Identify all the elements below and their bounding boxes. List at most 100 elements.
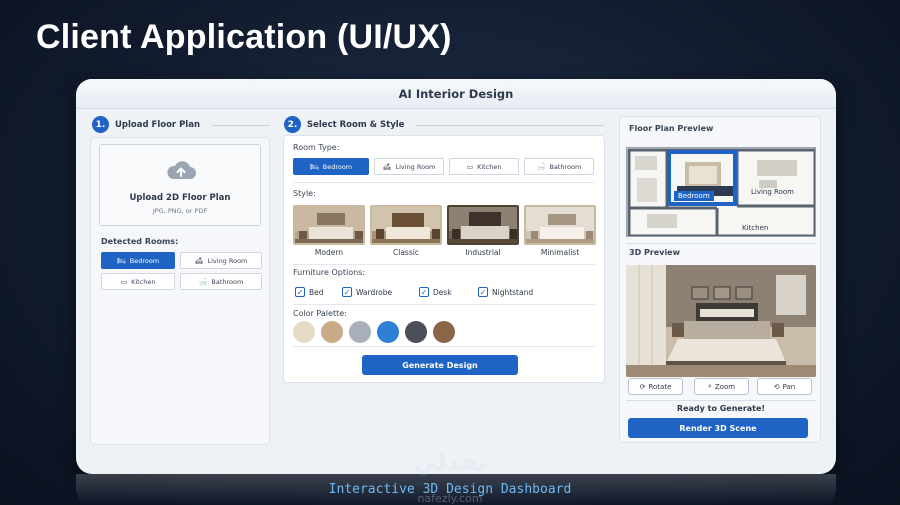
zoom-button[interactable]: ⌕ Zoom [694,378,749,395]
stove-icon: ▭ [120,277,128,286]
style-name: Modern [314,248,344,257]
chip-label: Bedroom [322,162,353,171]
step1-number: 1. [92,116,109,133]
chip-label: Bathroom [549,162,582,171]
rotate-icon: ⟳ [639,382,646,391]
chip-label: Kitchen [477,162,502,171]
control-label: Rotate [648,382,672,391]
furniture-wardrobe[interactable]: ✓ Wardrobe [342,287,392,297]
style-modern[interactable]: Modern [293,205,365,257]
fp-living-label: Living Room [749,188,796,196]
checkbox-icon: ✓ [419,287,429,297]
style-minimalist[interactable]: Minimalist [524,205,596,257]
style-minimalist-image [524,205,596,245]
preview-panel: Floor Plan Preview Bedroom Living Room K… [619,116,821,443]
3d-preview-image[interactable] [626,265,816,377]
divider [293,264,595,265]
style-classic[interactable]: Classic [370,205,442,257]
color-swatch[interactable] [433,321,455,343]
detected-room-kitchen[interactable]: ▭ Kitchen [101,273,175,290]
watermark-logo: نفذلي [413,448,487,476]
floor-plan-preview-title: Floor Plan Preview [629,124,714,133]
pan-button[interactable]: ⟲ Pan [757,378,812,395]
sofa-icon: 🛋 [382,162,392,171]
step1-header: 1. Upload Floor Plan [92,116,200,133]
detected-room-living[interactable]: 🛋 Living Room [180,252,262,269]
detected-room-bedroom[interactable]: 🛏 Bedroom [101,252,175,269]
checkbox-label: Nightstand [492,287,534,297]
window-title: AI Interior Design [76,79,836,109]
slide-title: Client Application (UI/UX) [36,18,452,56]
room-type-kitchen[interactable]: ▭ Kitchen [449,158,519,175]
color-swatch[interactable] [377,321,399,343]
chip-label: Living Room [207,256,248,265]
divider [293,182,595,183]
detected-rooms-label: Detected Rooms: [101,237,179,246]
control-label: Pan [782,382,796,391]
control-label: Zoom [714,382,736,391]
3d-preview-title: 3D Preview [629,248,680,257]
divider [293,346,595,347]
cloud-upload-icon [167,161,196,179]
furniture-label: Furniture Options: [293,268,366,277]
color-swatch[interactable] [293,321,315,343]
chip-label: Bathroom [211,277,244,286]
generate-design-button[interactable]: Generate Design [362,355,518,375]
room-type-bedroom[interactable]: 🛏 Bedroom [293,158,369,175]
upload-dropzone[interactable]: Upload 2D Floor Plan JPG, PNG, or PDF [99,144,261,226]
step2-divider [416,125,604,126]
room-type-label: Room Type: [293,143,340,152]
step1-divider [212,125,270,126]
bathtub-icon: 🛁 [198,277,208,286]
chip-label: Bedroom [129,256,160,265]
upload-panel: Upload 2D Floor Plan JPG, PNG, or PDF De… [90,137,270,445]
app-window: AI Interior Design 1. Upload Floor Plan … [76,79,836,474]
divider [626,243,816,244]
checkbox-label: Wardrobe [356,287,393,297]
checkbox-label: Desk [433,287,452,297]
style-classic-image [370,205,442,245]
divider [293,304,595,305]
upload-formats: JPG, PNG, or PDF [152,207,208,215]
color-swatch[interactable] [321,321,343,343]
room-type-bathroom[interactable]: 🛁 Bathroom [524,158,594,175]
furniture-nightstand[interactable]: ✓ Nightstand [478,287,533,297]
bed-icon: 🛏 [116,256,126,265]
color-swatch[interactable] [349,321,371,343]
furniture-desk[interactable]: ✓ Desk [419,287,452,297]
checkbox-label: Bed [309,287,324,297]
style-industrial[interactable]: Industrial [447,205,519,257]
chip-label: Kitchen [131,277,156,286]
floor-plan-image[interactable]: Bedroom Living Room Kitchen [626,147,816,237]
render-3d-button[interactable]: Render 3D Scene [628,418,808,438]
checkbox-icon: ✓ [342,287,352,297]
rotate-button[interactable]: ⟳ Rotate [628,378,683,395]
pan-icon: ⟲ [773,382,780,391]
room-type-living[interactable]: 🛋 Living Room [374,158,444,175]
palette-label: Color Palette: [293,309,347,318]
style-modern-image [293,205,365,245]
stove-icon: ▭ [466,162,474,171]
style-name: Industrial [465,248,501,257]
bed-icon: 🛏 [309,162,319,171]
select-panel: Room Type: 🛏 Bedroom 🛋 Living Room ▭ Kitche… [283,135,605,383]
step2-title: Select Room & Style [307,119,405,130]
step1-title: Upload Floor Plan [115,119,200,130]
ready-status: Ready to Generate! [676,404,766,413]
divider [626,400,816,401]
style-name: Classic [393,248,419,257]
watermark-text: nafezly.com [417,492,483,505]
fp-kitchen-label: Kitchen [740,224,771,232]
step2-number: 2. [284,116,301,133]
detected-room-bathroom[interactable]: 🛁 Bathroom [180,273,262,290]
sofa-icon: 🛋 [194,256,204,265]
fp-bedroom-label: Bedroom [674,191,714,201]
zoom-icon: ⌕ [707,382,712,390]
chip-label: Living Room [395,162,436,171]
step2-header: 2. Select Room & Style [284,116,404,133]
checkbox-icon: ✓ [478,287,488,297]
color-swatch[interactable] [405,321,427,343]
furniture-bed[interactable]: ✓ Bed [295,287,324,297]
style-name: Minimalist [540,248,580,257]
checkbox-icon: ✓ [295,287,305,297]
